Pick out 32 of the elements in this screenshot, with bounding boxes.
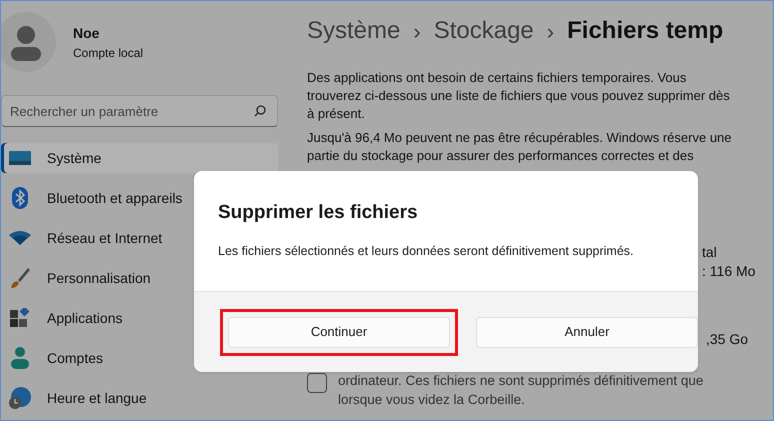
avatar-icon [1,11,57,73]
apps-icon [10,308,30,328]
wifi-icon [9,231,31,245]
nav-item[interactable]: Heure et langue [1,383,278,413]
storage-size: ,35 Go [705,330,750,349]
account-name: Noe [73,24,100,42]
search-field[interactable]: Rechercher un paramètre [1,95,278,127]
brush-icon [10,267,30,289]
breadcrumb-separator: › [413,18,421,46]
breadcrumb-item: Fichiers temp [567,16,724,46]
dialog-button[interactable]: Annuler [476,316,698,348]
nav-item[interactable]: Personnalisation [1,263,278,293]
globe-clock-icon [9,387,31,409]
dialog-title: Supprimer les fichiers [218,201,419,225]
breadcrumb-separator: › [546,18,554,46]
search-icon [254,105,266,117]
bluetooth-icon [12,187,28,209]
storage-size: : 116 Mo [702,262,756,281]
person-icon [11,347,29,369]
description-text: ordinateur. Ces fichiers ne sont supprimés définitivement que [338,372,704,390]
description-text: Des applications ont besoin de certains fichiers temporaires. Vous trouverez ci-dessous une liste de fichiers que vous pouvez supprimer dès à présent. [307,69,731,123]
nav-item[interactable]: Système [1,143,278,173]
description-text: Jusqu'à 96,4 Mo peuvent ne pas être récupérables. Windows réserve une partie du stockage pour assurer des performances correctes et des [307,129,733,165]
checkbox[interactable] [307,373,327,393]
breadcrumb-item[interactable]: Stockage [434,13,534,49]
monitor-icon [9,150,31,166]
breadcrumb-item[interactable]: Système [307,13,400,49]
dialog-button[interactable]: Continuer [228,316,450,348]
storage-text: tal [702,243,718,262]
description-text: lorsque vous videz la Corbeille. [338,391,526,409]
account-type: Compte local [73,44,144,62]
dialog-message: Les fichiers sélectionnés et leurs données seront définitivement supprimés. [218,242,634,260]
